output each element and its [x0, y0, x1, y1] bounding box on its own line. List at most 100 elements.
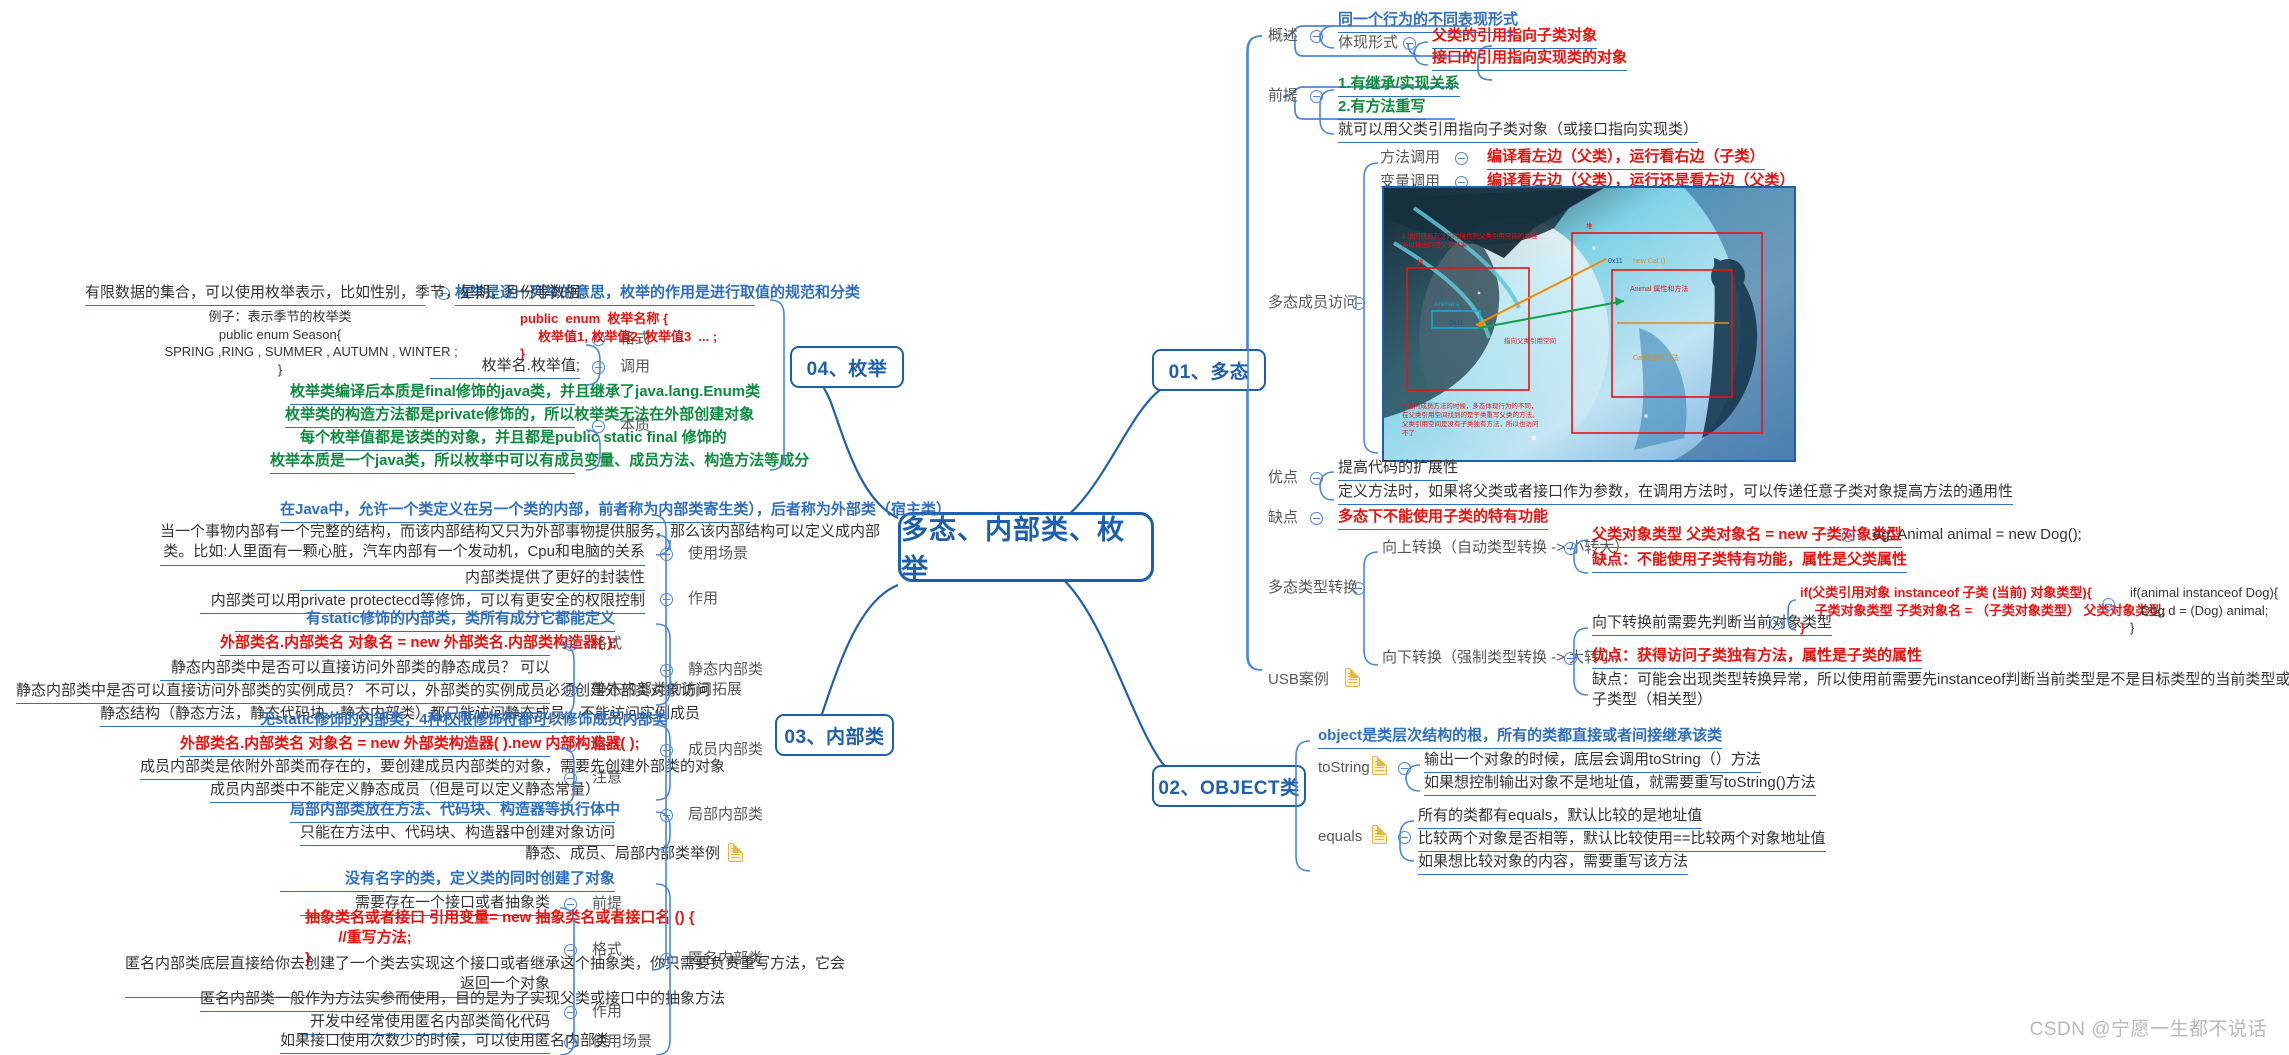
- topic-object-class[interactable]: 02、OBJECT类: [1152, 765, 1306, 807]
- poly-downcast-code-toggle-icon[interactable]: [2102, 598, 2115, 611]
- poly-premise-item-2[interactable]: 2.有方法重写: [1338, 97, 1426, 121]
- inner-usecase-label[interactable]: 使用场景: [688, 544, 748, 564]
- poly-cons-toggle-icon[interactable]: [1310, 512, 1323, 525]
- enum-essence-item-1[interactable]: 枚举类编译后本质是final修饰的java类，并且继承了java.lang.En…: [290, 382, 760, 406]
- root-label: 多态、内部类、枚举: [901, 515, 1125, 584]
- object-equals-item-1[interactable]: 所有的类都有equals，默认比较的是地址值: [1418, 806, 1703, 830]
- enum-essence-item-4[interactable]: 枚举本质是一个java类，所以枚举中可以有成员变量、成员方法、构造方法等成分: [270, 451, 809, 475]
- poly-upcast-toggle-icon[interactable]: [1564, 542, 1577, 555]
- poly-downcast-cons[interactable]: 缺点：可能会出现类型转换异常，所以使用前需要先instanceof判断当前类型是…: [1592, 670, 2289, 711]
- poly-form-toggle-icon[interactable]: [1403, 37, 1416, 50]
- object-equals-attachment-icon[interactable]: [1372, 824, 1388, 844]
- poly-downcast-toggle-icon[interactable]: [1564, 652, 1577, 665]
- topic-enumeration[interactable]: 04、枚举: [790, 346, 904, 388]
- object-equals-item-2[interactable]: 比较两个对象是否相等，默认比较使用==比较两个对象地址值: [1418, 829, 1826, 853]
- inner-anonymous-role-toggle-icon[interactable]: [564, 1006, 577, 1019]
- enum-call-code[interactable]: 枚举名.枚举值;: [430, 356, 580, 380]
- poly-downcast-precheck-example[interactable]: if(animal instanceof Dog){ Dog d = (Dog)…: [2130, 584, 2278, 637]
- poly-upcast-example[interactable]: eg: Animal animal = new Dog();: [1873, 525, 2082, 545]
- inner-usecase-item-1[interactable]: 当一个事物内部有一个完整的结构，而该内部结构又只为外部事物提供服务，那么该内部结…: [160, 522, 880, 566]
- enum-essence-item-2[interactable]: 枚举类的构造方法都是private修饰的，所以枚举类无法在外部创建对象: [285, 405, 754, 429]
- poly-cast-label[interactable]: 多态类型转换: [1268, 578, 1358, 598]
- poly-member-access-label[interactable]: 多态成员访问: [1268, 293, 1358, 313]
- svg-text:父类引用空间是没有子类独有方法，所以也访问: 父类引用空间是没有子类独有方法，所以也访问: [1402, 419, 1539, 428]
- inner-example-attachment-icon[interactable]: [728, 842, 744, 862]
- poly-pros-item-2[interactable]: 定义方法时，如果将父类或者接口作为参数，在调用方法时，可以传递任意子类对象提高方…: [1338, 482, 2014, 506]
- inner-anonymous-definition[interactable]: 没有名字的类，定义类的同时创建了对象: [280, 869, 615, 893]
- inner-anonymous-role-item-1[interactable]: 匿名内部类一般作为方法实参而使用，目的是为了实现父类或接口中的抽象方法: [200, 989, 725, 1013]
- poly-pros-item-1[interactable]: 提高代码的扩展性: [1338, 458, 1459, 482]
- inner-local-item-2[interactable]: 只能在方法中、代码块、构造器中创建对象访问: [300, 823, 615, 847]
- poly-cons-item-1[interactable]: 多态下不能使用子类的特有功能: [1338, 507, 1549, 531]
- inner-role-toggle-icon[interactable]: [660, 593, 673, 606]
- poly-premise-label[interactable]: 前提: [1268, 86, 1298, 106]
- enum-call-label[interactable]: 调用: [620, 357, 650, 377]
- inner-static-format[interactable]: 外部类名.内部类名 对象名 = new 外部类名.内部类构造器( );: [220, 633, 617, 657]
- object-equals-label[interactable]: equals: [1318, 827, 1362, 847]
- inner-member-format[interactable]: 外部类名.内部类名 对象名 = new 外部类构造器( ).new 内部构造器(…: [180, 734, 640, 758]
- poly-usb-case-attachment-icon[interactable]: [1345, 667, 1361, 687]
- object-tostring-attachment-icon[interactable]: [1372, 755, 1388, 775]
- root-node[interactable]: 多态、内部类、枚举: [898, 512, 1154, 584]
- inner-local-toggle-icon[interactable]: [660, 809, 673, 822]
- poly-overview-label[interactable]: 概述: [1268, 26, 1298, 46]
- inner-example-label[interactable]: 静态、成员、局部内部类举例: [330, 844, 720, 864]
- poly-upcast-format-toggle-icon[interactable]: [1842, 529, 1855, 542]
- inner-static-access-item-1[interactable]: 静态内部类中是否可以直接访问外部类的静态成员？ 可以: [160, 658, 550, 682]
- inner-static-label[interactable]: 静态内部类: [688, 660, 763, 680]
- poly-downcast-precheck-toggle-icon[interactable]: [1770, 617, 1783, 630]
- inner-usecase-toggle-icon[interactable]: [660, 548, 673, 561]
- inner-static-definition[interactable]: 有static修饰的内部类，类所有成分它都能定义: [235, 609, 615, 633]
- poly-form-item-2[interactable]: 接口的引用指向实现类的对象: [1432, 48, 1628, 72]
- svg-text:不了: 不了: [1402, 429, 1415, 437]
- inner-static-toggle-icon[interactable]: [660, 664, 673, 677]
- poly-downcast-pros[interactable]: 优点：获得访问子类独有方法，属性是子类的属性: [1592, 646, 1923, 670]
- enum-call-toggle-icon[interactable]: [592, 361, 605, 374]
- poly-usb-case-label[interactable]: USB案例: [1268, 670, 1329, 690]
- poly-member-access-toggle-icon[interactable]: [1352, 297, 1365, 310]
- poly-method-call-toggle-icon[interactable]: [1455, 152, 1468, 165]
- inner-role-label[interactable]: 作用: [688, 589, 718, 609]
- poly-cons-label[interactable]: 缺点: [1268, 508, 1298, 528]
- poly-cast-toggle-icon[interactable]: [1352, 582, 1365, 595]
- inner-static-access-item-2[interactable]: 静态内部类中是否可以直接访问外部类的实例成员？ 不可以，外部类的实例成员必须创建…: [16, 681, 710, 705]
- inner-local-label[interactable]: 局部内部类: [688, 805, 763, 825]
- poly-premise-toggle-icon[interactable]: [1310, 90, 1323, 103]
- svg-text:栈: 栈: [1417, 257, 1424, 266]
- object-tostring-toggle-icon[interactable]: [1398, 762, 1411, 775]
- object-equals-item-3[interactable]: 如果想比较对象的内容，需要重写该方法: [1418, 852, 1689, 876]
- inner-member-note-item-1[interactable]: 成员内部类是依附外部类而存在的，要创建成员内部类的对象，需要先创建外部类的对象: [140, 757, 725, 781]
- poly-method-call-label[interactable]: 方法调用: [1380, 148, 1440, 168]
- inner-anonymous-usecase[interactable]: 如果接口使用次数少的时候，可以使用匿名内部类: [280, 1031, 610, 1055]
- enum-format-code[interactable]: public enum 枚举名称 { 枚举值1, 枚举值2, 枚举值3 ... …: [520, 310, 717, 363]
- enum-essence-item-3[interactable]: 每个枚举值都是该类的对象，并且都是public static final 修饰的: [300, 428, 727, 452]
- inner-local-item-1[interactable]: 局部内部类放在方法、代码块、构造器等执行体中: [290, 800, 620, 824]
- enum-definition-left[interactable]: 有限数据的集合，可以使用枚举表示，比如性别，季节，星期，月份等数据: [85, 283, 580, 307]
- poly-downcast-precheck-label[interactable]: 向下转换前需要先判断当前对象类型: [1592, 613, 1833, 637]
- poly-pros-toggle-icon[interactable]: [1310, 472, 1323, 485]
- poly-premise-item-1[interactable]: 1.有继承/实现关系: [1338, 74, 1460, 98]
- poly-upcast-cons[interactable]: 缺点：不能使用子类特有功能，属性是父类属性: [1592, 550, 1908, 574]
- object-equals-toggle-icon[interactable]: [1398, 831, 1411, 844]
- inner-member-toggle-icon[interactable]: [660, 744, 673, 757]
- enum-example[interactable]: 例子：表示季节的枚举类 public enum Season{ SPRING ,…: [150, 308, 457, 378]
- object-tostring-item-2[interactable]: 如果想控制输出对象不是地址值，就需要重写toString()方法: [1424, 773, 1816, 797]
- topic-polymorphism[interactable]: 01、多态: [1152, 349, 1266, 391]
- object-tostring-item-1[interactable]: 输出一个对象的时候，底层会调用toString（）方法: [1424, 750, 1761, 774]
- object-tostring-label[interactable]: toString: [1318, 758, 1370, 778]
- poly-upcast-format[interactable]: 父类对象类型 父类对象名 = new 子类对象类型: [1592, 525, 1902, 549]
- topic-inner-class[interactable]: 03、内部类: [775, 714, 894, 756]
- poly-pros-label[interactable]: 优点: [1268, 468, 1298, 488]
- poly-method-call-value[interactable]: 编译看左边（父类），运行看右边（子类）: [1487, 147, 1765, 171]
- topic-enumeration-label: 04、枚举: [806, 358, 888, 380]
- object-root-note[interactable]: object是类层次结构的根，所有的类都直接或者间接继承该类: [1318, 726, 1723, 750]
- poly-overview-toggle-icon[interactable]: [1310, 30, 1323, 43]
- mindmap-canvas: 多态、内部类、枚举 01、多态 02、OBJECT类 03、内部类 04、枚举 …: [0, 0, 2289, 1055]
- inner-role-item-1[interactable]: 内部类提供了更好的封装性: [300, 568, 645, 592]
- poly-form-label[interactable]: 体现形式: [1338, 33, 1398, 53]
- poly-form-item-1[interactable]: 父类的引用指向子类对象: [1432, 26, 1598, 50]
- inner-definition[interactable]: 在Java中，允许一个类定义在另一个类的内部，前者称为内部类寄生类），后者称为外…: [280, 500, 951, 524]
- inner-member-definition[interactable]: 无static修饰的内部类，4种权限修饰符都可以修饰成员内部类: [260, 710, 668, 734]
- poly-memory-diagram-image[interactable]: 1.访问成员方法的时候找到父类引用空间的属性 所以输出的是父类结果 栈 堆 An…: [1382, 186, 1796, 462]
- poly-premise-item-3[interactable]: 就可以用父类引用指向子类对象（或接口指向实现类）: [1338, 120, 1699, 144]
